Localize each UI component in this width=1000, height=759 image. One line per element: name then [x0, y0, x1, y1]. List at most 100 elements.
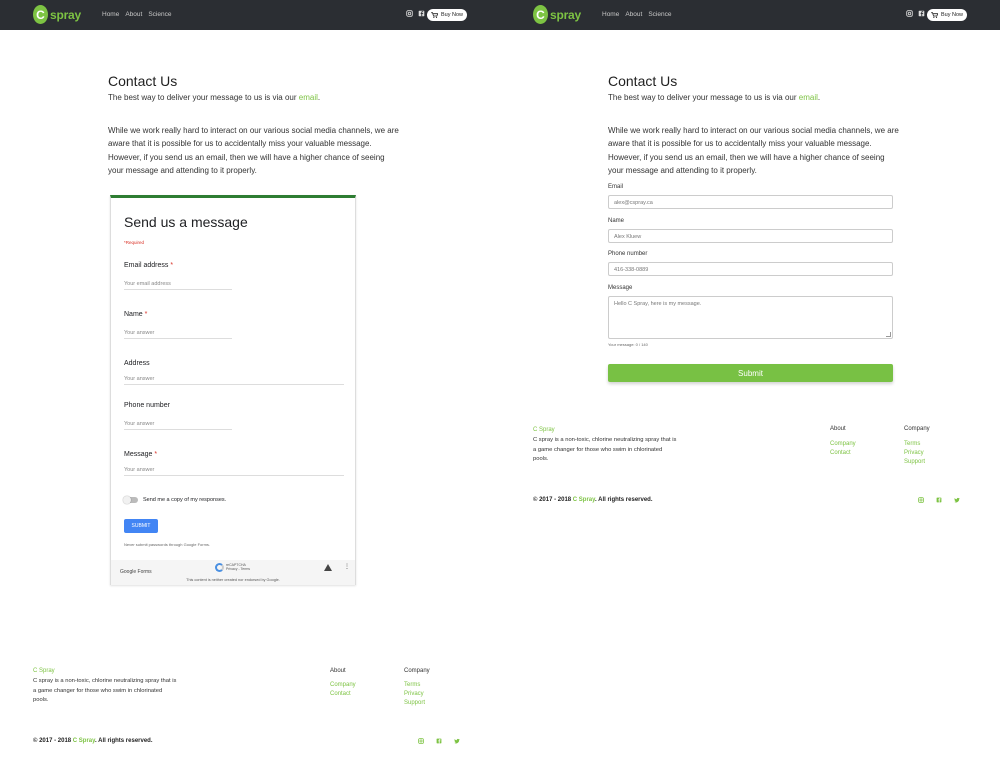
twitter-icon[interactable] — [454, 738, 460, 744]
logo-text: spray — [49, 7, 81, 22]
message-textarea[interactable]: Hello C Spray, here is my message. — [608, 296, 893, 339]
nav-link-science[interactable]: Science — [648, 11, 671, 18]
footer-brand[interactable]: C Spray — [533, 427, 555, 433]
nav-link-about[interactable]: About — [125, 11, 142, 18]
footer-company-heading: Company — [904, 426, 930, 432]
nav-links: Home About Science — [102, 11, 171, 18]
copyright: © 2017 - 2018 C Spray. All rights reserv… — [33, 738, 153, 744]
nav-link-about[interactable]: About — [625, 11, 642, 18]
question-label: Message — [124, 451, 153, 458]
nav-links: Home About Science — [602, 11, 671, 18]
copyright-rights: . All rights reserved. — [595, 497, 653, 503]
facebook-icon[interactable] — [418, 10, 425, 17]
subtitle-text: The best way to deliver your message to … — [108, 93, 299, 102]
nav-link-home[interactable]: Home — [602, 11, 619, 18]
send-copy-label: Send me a copy of my responses. — [143, 497, 227, 503]
footer-about-heading: About — [330, 668, 346, 674]
buy-now-button[interactable]: Buy Now — [427, 9, 467, 21]
recaptcha-icon — [215, 562, 224, 572]
copyright-brand[interactable]: C Spray — [573, 497, 595, 503]
instagram-icon[interactable] — [418, 738, 424, 744]
email-link[interactable]: email — [299, 93, 318, 102]
footer-link-privacy[interactable]: Privacy — [404, 691, 424, 697]
google-disclaimer: This content is neither created nor endo… — [186, 578, 280, 582]
logo-mark: C — [533, 5, 548, 24]
cart-icon — [931, 12, 938, 18]
submit-button[interactable]: Submit — [608, 364, 893, 382]
recaptcha-text: reCAPTCHA Privacy - Terms — [226, 563, 250, 572]
footer-link-support[interactable]: Support — [404, 700, 425, 706]
footer-brand[interactable]: C Spray — [33, 668, 55, 674]
facebook-icon[interactable] — [918, 10, 925, 17]
required-star: * — [170, 262, 174, 269]
phone-field[interactable]: 416-338-0889 — [608, 262, 893, 276]
nav-link-science[interactable]: Science — [148, 11, 171, 18]
footer-link-company[interactable]: Company — [330, 682, 356, 688]
buy-now-button[interactable]: Buy Now — [927, 9, 967, 21]
subtitle-end: . — [817, 93, 821, 102]
email-answer-input[interactable]: Your email address — [124, 281, 232, 290]
logo-text: spray — [549, 7, 581, 22]
question-label: Address — [124, 360, 150, 367]
buy-now-label: Buy Now — [940, 12, 963, 18]
logo[interactable]: C spray — [33, 5, 81, 24]
name-field[interactable]: Alex Kluew — [608, 229, 893, 243]
footer-link-terms[interactable]: Terms — [404, 682, 420, 688]
email-link[interactable]: email — [799, 93, 818, 102]
phone-label: Phone number — [608, 251, 648, 257]
navbar: C spray Home About Science Buy Now — [500, 0, 1000, 30]
footer-link-terms[interactable]: Terms — [904, 441, 920, 447]
contact-subtitle: The best way to deliver your message to … — [108, 93, 320, 102]
footer-description: C spray is a non-toxic, chlorine neutral… — [33, 678, 177, 704]
question-message: Message * — [124, 451, 157, 458]
resize-handle[interactable] — [886, 332, 891, 337]
question-label: Email address — [124, 262, 169, 269]
page-title: Contact Us — [108, 73, 178, 89]
form-submit-button[interactable]: SUBMIT — [124, 519, 158, 533]
email-field[interactable]: alex@cspray.ca — [608, 195, 893, 209]
logo[interactable]: C spray — [533, 5, 581, 24]
question-address: Address — [124, 360, 150, 367]
message-label: Message — [608, 285, 633, 291]
question-label: Phone number — [124, 402, 170, 409]
copyright-brand[interactable]: C Spray — [73, 738, 95, 744]
facebook-icon[interactable] — [936, 497, 942, 503]
google-forms-logo: Google Forms — [120, 569, 152, 575]
nav-link-home[interactable]: Home — [102, 11, 119, 18]
recaptcha-links[interactable]: Privacy - Terms — [226, 567, 250, 572]
required-star: * — [154, 451, 158, 458]
footer-link-company[interactable]: Company — [830, 441, 856, 447]
contact-subtitle: The best way to deliver your message to … — [608, 93, 820, 102]
footer-link-contact[interactable]: Contact — [330, 691, 351, 697]
message-text: Hello C Spray, here is my message. — [614, 301, 702, 307]
question-name: Name * — [124, 311, 147, 318]
copyright-years: © 2017 - 2018 — [33, 738, 73, 744]
copyright: © 2017 - 2018 C Spray. All rights reserv… — [533, 497, 653, 503]
report-abuse-icon[interactable] — [324, 564, 332, 571]
required-note: *Required — [124, 240, 145, 245]
phone-answer-input[interactable]: Your answer — [124, 421, 232, 430]
form-footer: Google Forms reCAPTCHA Privacy - Terms ⋮ … — [111, 560, 355, 585]
cart-icon — [431, 12, 438, 18]
copyright-years: © 2017 - 2018 — [533, 497, 573, 503]
footer-link-support[interactable]: Support — [904, 459, 925, 465]
instagram-icon[interactable] — [918, 497, 924, 503]
question-label: Name — [124, 311, 143, 318]
left-pane: C spray Home About Science Buy Now Conta… — [0, 0, 500, 759]
facebook-icon[interactable] — [436, 738, 442, 744]
name-answer-input[interactable]: Your answer — [124, 330, 232, 339]
instagram-icon[interactable] — [906, 10, 913, 17]
question-phone: Phone number — [124, 402, 170, 409]
password-warning: Never submit passwords through Google Fo… — [124, 542, 211, 547]
more-options-icon[interactable]: ⋮ — [344, 563, 350, 570]
send-copy-toggle[interactable] — [123, 496, 138, 504]
address-answer-input[interactable]: Your answer — [124, 376, 344, 385]
message-answer-input[interactable]: Your answer — [124, 467, 344, 476]
instagram-icon[interactable] — [406, 10, 413, 17]
footer-link-contact[interactable]: Contact — [830, 450, 851, 456]
google-form-embed: Send us a message *Required Email addres… — [110, 195, 356, 585]
contact-paragraph: While we work really hard to interact on… — [108, 126, 399, 176]
navbar: C spray Home About Science Buy Now — [0, 0, 500, 30]
footer-link-privacy[interactable]: Privacy — [904, 450, 924, 456]
twitter-icon[interactable] — [954, 497, 960, 503]
